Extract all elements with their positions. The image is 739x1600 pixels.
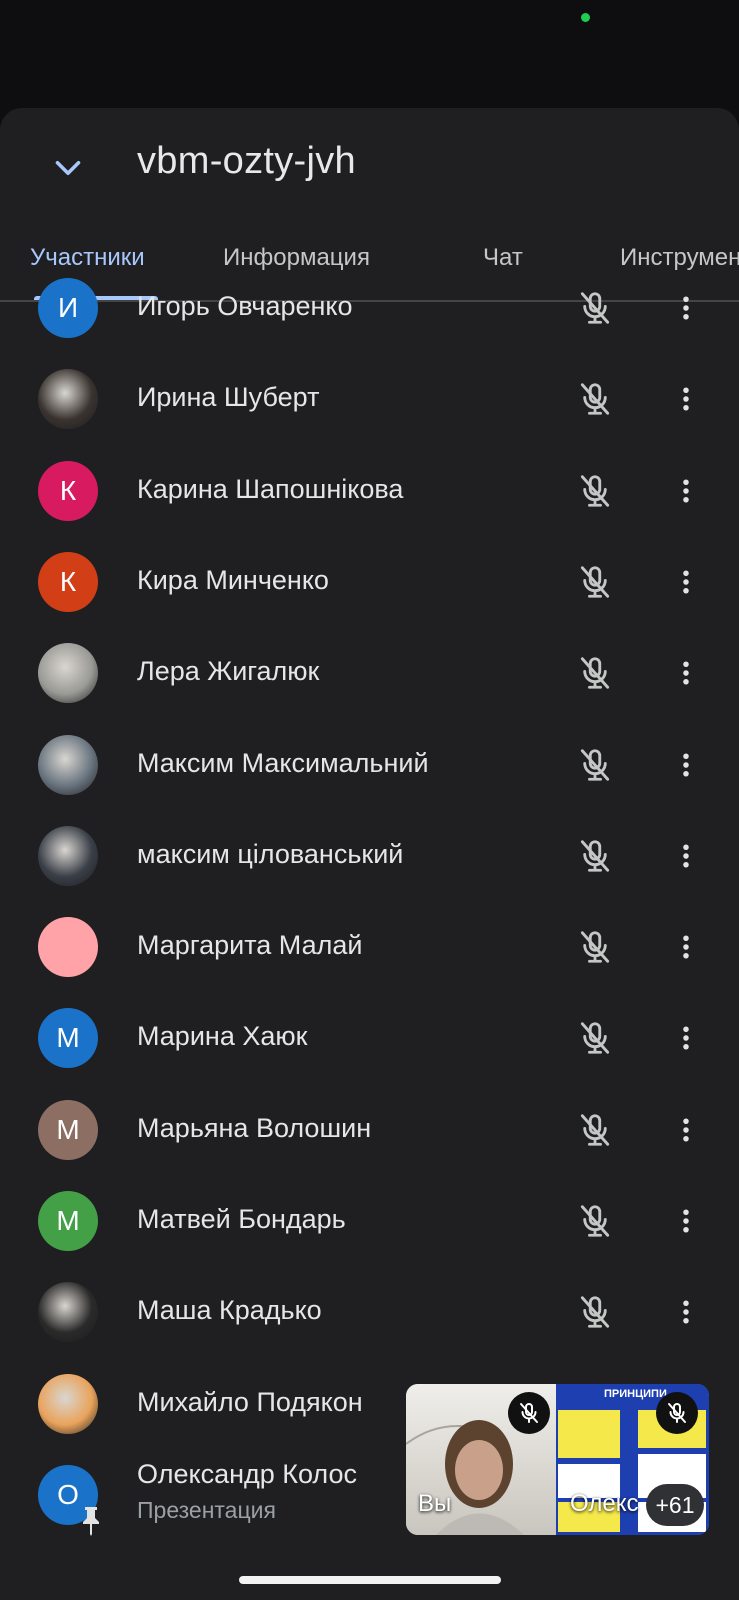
presenter-mic-off-indicator xyxy=(656,1392,698,1434)
participant-avatar xyxy=(38,643,98,704)
participant-name: Ирина Шуберт xyxy=(137,382,320,413)
participant-avatar xyxy=(38,369,98,430)
participant-avatar xyxy=(38,917,98,978)
participant-row[interactable]: Маргарита Малай xyxy=(0,917,739,1008)
self-video-tile[interactable]: Вы xyxy=(406,1384,556,1535)
participant-avatar xyxy=(38,825,98,886)
participant-row[interactable]: максим цілованський xyxy=(0,825,739,917)
more-participants-count[interactable]: +61 xyxy=(646,1484,704,1526)
presenting-pin-icon xyxy=(79,1505,103,1537)
participant-avatar: М xyxy=(38,1191,98,1251)
more-options-icon[interactable] xyxy=(664,925,708,969)
participant-avatar xyxy=(38,734,98,795)
panel-header: vbm-ozty-jvh xyxy=(0,108,739,218)
tab-chat[interactable]: Чат xyxy=(483,244,523,272)
slide-title: ПРИНЦИПИ xyxy=(604,1388,667,1400)
mic-off-icon[interactable] xyxy=(573,834,617,878)
chevron-down-icon xyxy=(55,160,81,176)
participant-name: Кира Минченко xyxy=(137,564,329,595)
mic-off-icon[interactable] xyxy=(573,377,617,421)
mic-off-icon[interactable] xyxy=(573,651,617,695)
tab-info[interactable]: Информация xyxy=(223,244,370,272)
participant-avatar: М xyxy=(38,1008,98,1069)
participant-status: Презентация xyxy=(137,1496,276,1523)
more-options-icon[interactable] xyxy=(664,834,708,878)
more-options-icon[interactable] xyxy=(664,651,708,695)
picture-in-picture-tiles[interactable]: Вы ПРИНЦИПИ Олекс +61 xyxy=(406,1384,709,1535)
participant-avatar xyxy=(38,1282,98,1343)
mic-off-icon[interactable] xyxy=(573,469,617,513)
mic-off-icon[interactable] xyxy=(573,1108,617,1152)
participant-avatar: К xyxy=(38,460,98,521)
participant-avatar: М xyxy=(38,1099,98,1160)
participant-avatar: К xyxy=(38,551,98,612)
participant-row[interactable]: Лера Жигалюк xyxy=(0,643,739,734)
mic-off-icon[interactable] xyxy=(573,1290,617,1334)
mic-off-icon[interactable] xyxy=(573,743,617,787)
participant-name: Максим Максимальний xyxy=(137,747,429,778)
tab-tools[interactable]: Инструменты xyxy=(620,244,739,272)
participant-name: Маша Крадько xyxy=(137,1295,322,1326)
more-options-icon[interactable] xyxy=(664,560,708,604)
participant-name: Лера Жигалюк xyxy=(137,656,320,687)
mic-off-icon[interactable] xyxy=(573,1016,617,1060)
participant-avatar xyxy=(38,1373,98,1434)
more-options-icon[interactable] xyxy=(664,1108,708,1152)
participant-name: Марьяна Волошин xyxy=(137,1112,372,1143)
more-options-icon[interactable] xyxy=(664,377,708,421)
more-options-icon[interactable] xyxy=(664,743,708,787)
participant-row[interactable]: Маша Крадько xyxy=(0,1282,739,1373)
home-indicator[interactable] xyxy=(239,1576,501,1584)
participant-name: Михайло Подякон xyxy=(137,1386,363,1417)
mic-off-icon[interactable] xyxy=(573,286,617,330)
participant-row[interactable]: М Матвей Бондарь xyxy=(0,1191,739,1282)
collapse-button[interactable] xyxy=(40,140,96,196)
participant-name: максим цілованський xyxy=(137,838,404,869)
self-mic-off-button[interactable] xyxy=(508,1392,550,1434)
mic-off-icon xyxy=(668,1403,686,1423)
participant-name: Карина Шапошнікова xyxy=(137,473,404,504)
participant-row[interactable]: М Марьяна Волошин xyxy=(0,1099,739,1191)
participants-panel: vbm-ozty-jvh Участники Информация Чат Ин… xyxy=(0,108,739,1600)
participant-row[interactable]: Ирина Шуберт xyxy=(0,369,739,460)
meeting-code-title: vbm-ozty-jvh xyxy=(137,140,356,182)
more-options-icon[interactable] xyxy=(664,469,708,513)
self-label: Вы xyxy=(418,1490,452,1517)
participant-row[interactable]: К Кира Минченко xyxy=(0,551,739,643)
presenter-label: Олекс xyxy=(570,1490,639,1517)
participant-name: Олександр Колос xyxy=(137,1458,358,1489)
participant-row[interactable]: Максим Максимальний xyxy=(0,734,739,826)
more-options-icon[interactable] xyxy=(664,1199,708,1243)
participant-row[interactable]: К Карина Шапошнікова xyxy=(0,460,739,552)
participant-row[interactable]: М Марина Хаюк xyxy=(0,1008,739,1099)
more-options-icon[interactable] xyxy=(664,286,708,330)
mic-off-icon[interactable] xyxy=(573,560,617,604)
participant-name: Игорь Овчаренко xyxy=(137,291,353,321)
participant-avatar: И xyxy=(38,278,98,338)
participant-name: Маргарита Малай xyxy=(137,930,363,961)
mic-off-icon[interactable] xyxy=(573,925,617,969)
status-indicator-dot xyxy=(581,13,590,22)
more-options-icon[interactable] xyxy=(664,1016,708,1060)
mic-off-icon[interactable] xyxy=(573,1199,617,1243)
mic-off-icon xyxy=(520,1403,538,1423)
participant-name: Марина Хаюк xyxy=(137,1021,308,1052)
participant-name: Матвей Бондарь xyxy=(137,1204,346,1234)
tab-participants[interactable]: Участники xyxy=(30,244,145,272)
participant-row[interactable]: И Игорь Овчаренко xyxy=(0,278,739,369)
more-options-icon[interactable] xyxy=(664,1290,708,1334)
